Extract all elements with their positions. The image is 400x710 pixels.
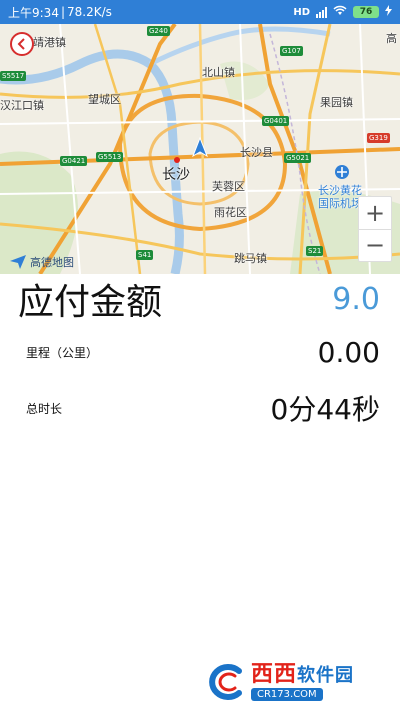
road-shield: S5517 — [0, 71, 27, 81]
status-bar: 上午9:34 | 78.2K/s HD 76 — [0, 0, 400, 24]
road-shield: G0421 — [60, 156, 88, 166]
battery-icon: 76 — [353, 6, 379, 18]
duration-value: 0分44秒 — [270, 393, 380, 426]
zoom-control: + − — [358, 196, 392, 262]
wifi-icon — [333, 5, 347, 19]
duration-row: 总时长 0分44秒 — [18, 390, 380, 426]
map-view[interactable]: 靖港镇 北山镇 望城区 果园镇 汉江口镇 长沙县 长沙 芙蓉区 长沙黄花 国际机… — [0, 24, 400, 274]
back-button[interactable] — [10, 32, 34, 56]
road-shield: S21 — [306, 246, 324, 256]
watermark-site: CR173.COM — [251, 688, 323, 701]
hd-badge: HD — [293, 6, 310, 18]
signal-icon — [316, 6, 327, 18]
amap-logo-text: 高德地图 — [30, 256, 74, 269]
chevron-left-icon — [17, 38, 25, 50]
map-label-changsha-county: 长沙县 — [240, 146, 273, 159]
road-shield: G5513 — [96, 152, 124, 162]
map-label-furong: 芙蓉区 — [212, 180, 245, 193]
zoom-in-button[interactable]: + — [359, 197, 391, 229]
road-shield: G5021 — [284, 153, 312, 163]
watermark-logo: 西西软件园 CR173.COM — [205, 660, 385, 704]
map-label-jinggang: 靖港镇 — [33, 36, 66, 49]
mileage-value: 0.00 — [317, 335, 380, 369]
road-shield: S41 — [136, 250, 154, 260]
road-shield: G240 — [147, 26, 170, 36]
watermark-c-icon — [205, 662, 249, 702]
watermark-brand: 西西 — [251, 662, 298, 687]
navigation-arrow-icon — [10, 255, 26, 269]
road-shield: G319 — [367, 133, 390, 143]
duration-label: 总时长 — [26, 401, 63, 416]
road-shield: G107 — [280, 46, 303, 56]
status-time: 上午9:34 — [8, 5, 59, 20]
map-label-hanjiangkou: 汉江口镇 — [0, 99, 44, 112]
mileage-row: 里程（公里） 0.00 — [18, 334, 380, 370]
zoom-out-button[interactable]: − — [359, 228, 391, 262]
map-base-layer — [0, 24, 400, 274]
watermark-brand-suffix: 软件园 — [297, 665, 355, 686]
charging-icon — [385, 5, 392, 19]
map-label-tiaoma: 跳马镇 — [234, 252, 267, 265]
amap-logo: 高德地图 — [10, 254, 74, 270]
map-label-yuhua: 雨花区 — [214, 206, 247, 219]
map-label-guoyuan: 果园镇 — [320, 96, 353, 109]
map-label-airport-line2: 国际机场 — [318, 197, 362, 210]
status-network-speed: 78.2K/s — [67, 5, 112, 19]
fare-row: 应付金额 9.0 — [18, 278, 380, 324]
road-shield: G0401 — [262, 116, 290, 126]
mileage-label: 里程（公里） — [26, 345, 99, 360]
map-label-changsha: 长沙 — [162, 167, 190, 183]
fare-title: 应付金额 — [18, 282, 163, 323]
fare-amount: 9.0 — [332, 281, 380, 317]
map-label-edge: 高 — [386, 32, 397, 45]
map-label-beishan: 北山镇 — [202, 66, 235, 79]
map-label-wangcheng: 望城区 — [88, 93, 121, 106]
